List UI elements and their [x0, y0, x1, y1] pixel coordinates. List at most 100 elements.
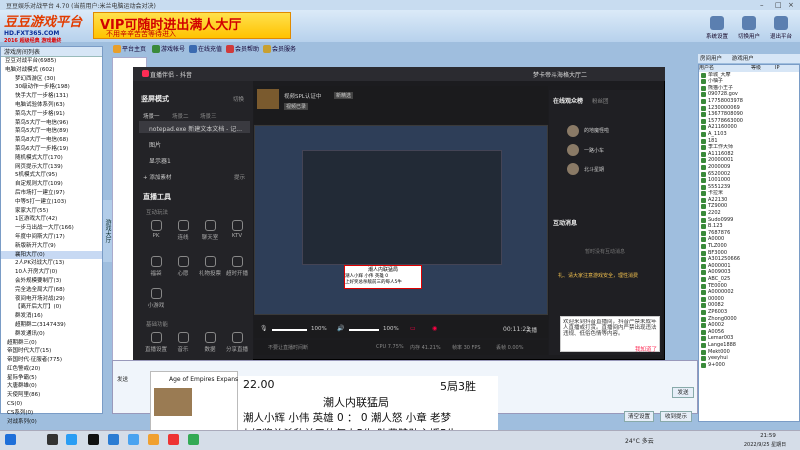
clock-time[interactable]: 21:59	[748, 433, 788, 439]
sidebar-item[interactable]: 会外规模要制厅(3)	[1, 277, 102, 286]
notify-button[interactable]: 收到提示	[660, 411, 692, 422]
user-row[interactable]: Lange1888	[699, 342, 799, 349]
toolbar-home[interactable]: 平台主页	[113, 43, 146, 54]
user-row[interactable]: Sudo0999	[699, 217, 799, 224]
tool-tools2-2[interactable]: 礼物投票	[199, 256, 221, 277]
user-row[interactable]: yeeyhui	[699, 355, 799, 362]
user-row[interactable]: 17758003978	[699, 98, 799, 105]
stream-thumbnail[interactable]	[257, 89, 279, 109]
user-row[interactable]: TZ9000	[699, 203, 799, 210]
sidebar-item[interactable]: 菜鸟6大厅一步格(19)	[1, 145, 102, 154]
sidebar-item[interactable]: 菜鸟大厅一步格(91)	[1, 110, 102, 119]
user-list-header[interactable]: 等级	[751, 65, 775, 72]
edge-icon[interactable]	[66, 434, 77, 445]
sidebar-item[interactable]: 自定规则大厅(109)	[1, 180, 102, 189]
folder-icon[interactable]	[108, 434, 119, 445]
age-preview-thumbnail[interactable]	[154, 388, 192, 416]
source-notepad[interactable]: notepad.exe 新建文本文档 - 记...	[149, 124, 242, 133]
sidebar-item[interactable]: 电脑试验体系列(63)	[1, 101, 102, 110]
douyin-user[interactable]: 梦卡帝斗海格大厅二	[533, 70, 587, 79]
user-row[interactable]: A0000	[699, 236, 799, 243]
mic-volume-slider[interactable]	[272, 329, 307, 331]
user-row[interactable]: ZP6003	[699, 309, 799, 316]
weather[interactable]: 24°C 多云	[625, 436, 654, 445]
add-source-button[interactable]: + 添加素材	[143, 173, 171, 181]
user-row[interactable]: 1230000069	[699, 105, 799, 112]
sidebar-item[interactable]: CS(0)	[1, 400, 102, 409]
tool-tools2-1[interactable]: 心愿	[172, 256, 194, 277]
notice-confirm[interactable]: 我知道了	[563, 345, 657, 353]
sidebar-item[interactable]: 10人开房大厅(0)	[1, 268, 102, 277]
user-row[interactable]: 7687876	[699, 230, 799, 237]
tool-tools1-3[interactable]: KTV	[226, 220, 248, 239]
scene-tab-2[interactable]: 场景二	[172, 112, 189, 120]
audience-name-2[interactable]: 一路小车	[584, 147, 604, 154]
app-icon[interactable]	[148, 434, 159, 445]
user-row[interactable]: ABC_025	[699, 276, 799, 283]
sidebar-item[interactable]: 中等5打一建立(103)	[1, 198, 102, 207]
send-button[interactable]: 发送	[672, 387, 694, 398]
mode-switch[interactable]: 切换	[233, 95, 244, 103]
toolbar-service[interactable]: 会员服务	[263, 43, 296, 54]
user-row[interactable]: 00082	[699, 302, 799, 309]
user-row[interactable]: Zhong0000	[699, 316, 799, 323]
tool-tools4-2[interactable]: 数据	[199, 332, 221, 353]
exit-button[interactable]: 退出平台	[768, 16, 794, 40]
tool-tools4-3[interactable]: 分享直播	[226, 332, 248, 353]
tool-tools1-1[interactable]: 连线	[172, 220, 194, 241]
toolbar-help[interactable]: 会员帮助	[226, 43, 259, 54]
user-row[interactable]: 20000001	[699, 157, 799, 164]
audience-avatar-1[interactable]	[567, 125, 579, 137]
tool-tools4-0[interactable]: 直播设置	[145, 332, 167, 353]
user-row[interactable]: 13677808090	[699, 111, 799, 118]
speaker-icon[interactable]: 🔊	[337, 325, 344, 332]
scene-tab-3[interactable]: 场景三	[200, 112, 217, 120]
user-row[interactable]: A1116082	[699, 151, 799, 158]
user-row[interactable]: 熊猫小王子	[699, 85, 799, 92]
sidebar-item[interactable]: 后市场打一建立(97)	[1, 189, 102, 198]
user-list-header[interactable]: IP	[775, 65, 795, 72]
user-row[interactable]: BF3000	[699, 250, 799, 257]
video-icon[interactable]	[128, 434, 139, 445]
sidebar-item[interactable]: 菜鸟5大厅一电信(89)	[1, 127, 102, 136]
sidebar-item[interactable]: 群发消(16)	[1, 312, 102, 321]
source-hint[interactable]: 提示	[234, 173, 245, 181]
sidebar-item[interactable]: 帝国时代·征服者(775)	[1, 356, 102, 365]
sidebar-item[interactable]: 天使阿里(86)	[1, 391, 102, 400]
sidebar-item[interactable]: 完全选全局大厅(68)	[1, 286, 102, 295]
sidebar-item[interactable]: 菜鸟5大厅一电信(96)	[1, 119, 102, 128]
maximize-icon[interactable]: □	[775, 1, 782, 9]
mic-icon[interactable]: 🎙	[260, 325, 268, 332]
tool-tools2-3[interactable]: 超时开播	[226, 256, 248, 277]
user-row[interactable]: A22130	[699, 197, 799, 204]
minimize-icon[interactable]: –	[760, 1, 764, 9]
sidebar-item[interactable]: 星际争霸(5)	[1, 374, 102, 383]
user-row[interactable]: TE0000	[699, 283, 799, 290]
user-row[interactable]: A009003	[699, 269, 799, 276]
user-row[interactable]: 00000	[699, 296, 799, 303]
audience-avatar-2[interactable]	[567, 144, 579, 156]
lobby-vertical-tab[interactable]: 游戏大厅	[103, 200, 112, 262]
online-title[interactable]: 在线观众榜	[553, 96, 583, 105]
tool-tools4-1[interactable]: 音乐	[172, 332, 194, 353]
fans-tab[interactable]: 粉丝团	[592, 97, 609, 105]
clock-date[interactable]: 2022/9/25 星期日	[735, 441, 795, 448]
audience-avatar-3[interactable]	[567, 163, 579, 175]
sidebar-item[interactable]: 夜间电开场对战(29)	[1, 295, 102, 304]
sidebar-item[interactable]: 豆豆对战平台(6985)	[1, 57, 102, 66]
sidebar-item[interactable]: 2人PK对战大厅(13)	[1, 259, 102, 268]
source-image[interactable]: 图片	[149, 140, 161, 149]
user-row[interactable]: B.123	[699, 223, 799, 230]
user-list-header[interactable]: 用户名	[699, 65, 751, 72]
sidebar-item[interactable]: 红色警戒(20)	[1, 365, 102, 374]
tool-tools1-2[interactable]: 聊天室	[199, 220, 221, 241]
sidebar-item[interactable]: 群发通讯(0)	[1, 330, 102, 339]
tab-game-users[interactable]: 游戏用户	[732, 56, 754, 62]
sidebar-item[interactable]: 帝国时代大厅(15)	[1, 347, 102, 356]
clear-settings-button[interactable]: 清空设置	[624, 411, 654, 422]
toolbar-account[interactable]: 游戏帐号	[152, 43, 185, 54]
user-row[interactable]: 小柚子	[699, 78, 799, 85]
sidebar-item[interactable]: 网页提示大厅(139)	[1, 163, 102, 172]
sidebar-item[interactable]: 电脑对战模式 (602)	[1, 66, 102, 75]
sidebar-item[interactable]: 梦幻西游区 (30)	[1, 75, 102, 84]
